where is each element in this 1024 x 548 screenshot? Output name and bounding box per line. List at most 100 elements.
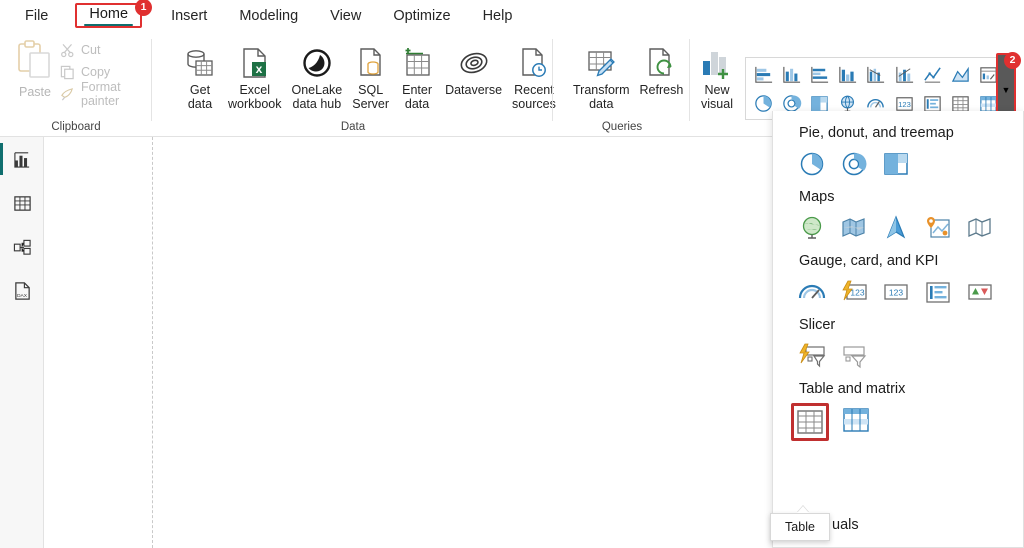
excel-workbook-label: Excel workbook <box>228 83 282 111</box>
refresh-label: Refresh <box>639 83 684 97</box>
100-stacked-column-chart-icon[interactable] <box>890 60 918 89</box>
dataverse-button[interactable]: Dataverse <box>440 37 507 111</box>
stacked-bar-chart-icon[interactable] <box>749 60 777 89</box>
pie-chart-icon[interactable] <box>795 147 829 181</box>
donut-chart-icon[interactable] <box>837 147 871 181</box>
menu-item-optimize[interactable]: Optimize <box>384 4 459 28</box>
gauge-icon[interactable] <box>795 275 829 309</box>
matrix-icon[interactable] <box>839 403 873 437</box>
line-chart-icon[interactable] <box>918 60 946 89</box>
section-row-slicer <box>773 339 1023 373</box>
active-tab-underline <box>84 23 134 26</box>
transform-data-label: Transform data <box>573 83 630 111</box>
format-painter-label: Format painter <box>81 80 121 108</box>
gallery-row-1 <box>749 60 1003 89</box>
data-group-label: Data <box>340 121 366 133</box>
rail-item-model-view[interactable] <box>0 225 44 269</box>
paste-button[interactable]: Paste <box>8 39 62 113</box>
rail-item-table-view[interactable] <box>0 181 44 225</box>
excel-workbook-button[interactable]: x Excel workbook <box>223 37 287 111</box>
cut-label: Cut <box>81 43 101 57</box>
scissors-icon <box>60 43 75 58</box>
enter-data-label: Enter data <box>402 83 432 111</box>
recent-sources-icon <box>518 37 550 81</box>
new-visual-button[interactable]: New visual <box>694 37 740 111</box>
ribbon-group-clipboard: Paste Cut Copy Format painter Clipboard <box>0 31 152 137</box>
rail-item-report-view[interactable] <box>0 137 44 181</box>
stacked-column-chart-icon[interactable] <box>777 60 805 89</box>
multi-row-card-icon[interactable] <box>921 275 955 309</box>
visual-gallery-dropdown-panel: Pie, donut, and treemap Maps Gauge, card <box>772 111 1024 548</box>
transform-data-button[interactable]: Transform data <box>568 37 635 111</box>
table-tooltip: Table <box>770 513 830 541</box>
menu-item-modeling[interactable]: Modeling <box>230 4 307 28</box>
table-icon[interactable] <box>791 403 829 441</box>
shape-map-icon[interactable] <box>963 211 997 245</box>
filled-map-icon[interactable] <box>837 211 871 245</box>
menu-item-home-wrapper[interactable]: Home 1 <box>75 0 153 28</box>
section-row-pie-donut-treemap <box>773 147 1023 181</box>
azure-map-icon[interactable] <box>879 211 913 245</box>
ribbon-group-queries: Transform data Refresh Queries <box>554 31 690 137</box>
section-row-gauge-card-kpi: 123 123 <box>773 275 1023 309</box>
transform-data-icon <box>584 37 618 81</box>
globe-map-icon[interactable] <box>795 211 829 245</box>
clustered-bar-chart-icon[interactable] <box>805 60 833 89</box>
clustered-column-chart-icon[interactable] <box>834 60 862 89</box>
canvas-guide-line <box>152 137 153 548</box>
area-chart-icon[interactable] <box>947 60 975 89</box>
queries-group-label: Queries <box>601 121 643 133</box>
100-stacked-bar-chart-icon[interactable] <box>862 60 890 89</box>
clipboard-group-label: Clipboard <box>51 121 101 133</box>
section-row-table-and-matrix <box>773 403 1023 441</box>
tooltip-arrow <box>797 506 809 513</box>
sql-server-icon <box>356 37 386 81</box>
slicer-icon[interactable] <box>837 339 871 373</box>
menu-item-help[interactable]: Help <box>474 4 522 28</box>
ribbon-group-data: Get data x Excel workbook OneLake data h… <box>153 31 556 137</box>
recent-sources-label: Recent sources <box>512 83 556 111</box>
menu-item-insert[interactable]: Insert <box>162 4 216 28</box>
refresh-icon <box>645 37 677 81</box>
svg-text:123: 123 <box>898 99 911 108</box>
section-title-slicer: Slicer <box>799 317 836 333</box>
onelake-data-hub-button[interactable]: OneLake data hub <box>287 37 348 111</box>
new-slicer-icon[interactable] <box>795 339 829 373</box>
copy-icon <box>60 65 75 80</box>
paintbrush-icon <box>60 87 75 102</box>
kpi-icon[interactable] <box>963 275 997 309</box>
sql-server-label: SQL Server <box>352 83 390 111</box>
shape-map-pin-icon[interactable] <box>921 211 955 245</box>
format-painter-button[interactable]: Format painter <box>56 80 152 108</box>
report-view-icon <box>13 150 32 169</box>
dataverse-icon <box>456 37 492 81</box>
section-title-maps: Maps <box>799 189 835 205</box>
cut-button[interactable]: Cut <box>56 39 152 61</box>
menu-item-view[interactable]: View <box>321 4 370 28</box>
get-data-icon <box>183 37 217 81</box>
step-badge-1: 1 <box>135 0 153 16</box>
section-row-maps <box>773 211 1023 245</box>
group-separator <box>552 39 553 121</box>
dax-query-view-icon: DAX <box>13 281 32 301</box>
rail-item-dax-query-view[interactable]: DAX <box>0 269 44 313</box>
clipboard-commands: Cut Copy Format painter <box>56 39 152 108</box>
get-data-label: Get data <box>187 83 213 111</box>
svg-text:x: x <box>255 62 262 76</box>
svg-text:123: 123 <box>850 288 864 298</box>
step-badge-2: 2 <box>1004 52 1021 69</box>
refresh-button[interactable]: Refresh <box>635 37 689 111</box>
svg-text:123: 123 <box>889 288 903 298</box>
treemap-icon[interactable] <box>879 147 913 181</box>
get-data-button[interactable]: Get data <box>177 37 223 111</box>
dataverse-label: Dataverse <box>445 83 503 97</box>
onelake-icon <box>301 37 333 81</box>
enter-data-button[interactable]: Enter data <box>394 37 440 111</box>
card-new-icon[interactable]: 123 <box>837 275 871 309</box>
enter-data-icon <box>401 37 433 81</box>
sql-server-button[interactable]: SQL Server <box>347 37 394 111</box>
menu-item-file[interactable]: File <box>16 4 57 28</box>
onelake-data-hub-label: OneLake data hub <box>291 83 343 111</box>
card-icon[interactable]: 123 <box>879 275 913 309</box>
section-title-pie-donut-treemap: Pie, donut, and treemap <box>799 125 954 141</box>
